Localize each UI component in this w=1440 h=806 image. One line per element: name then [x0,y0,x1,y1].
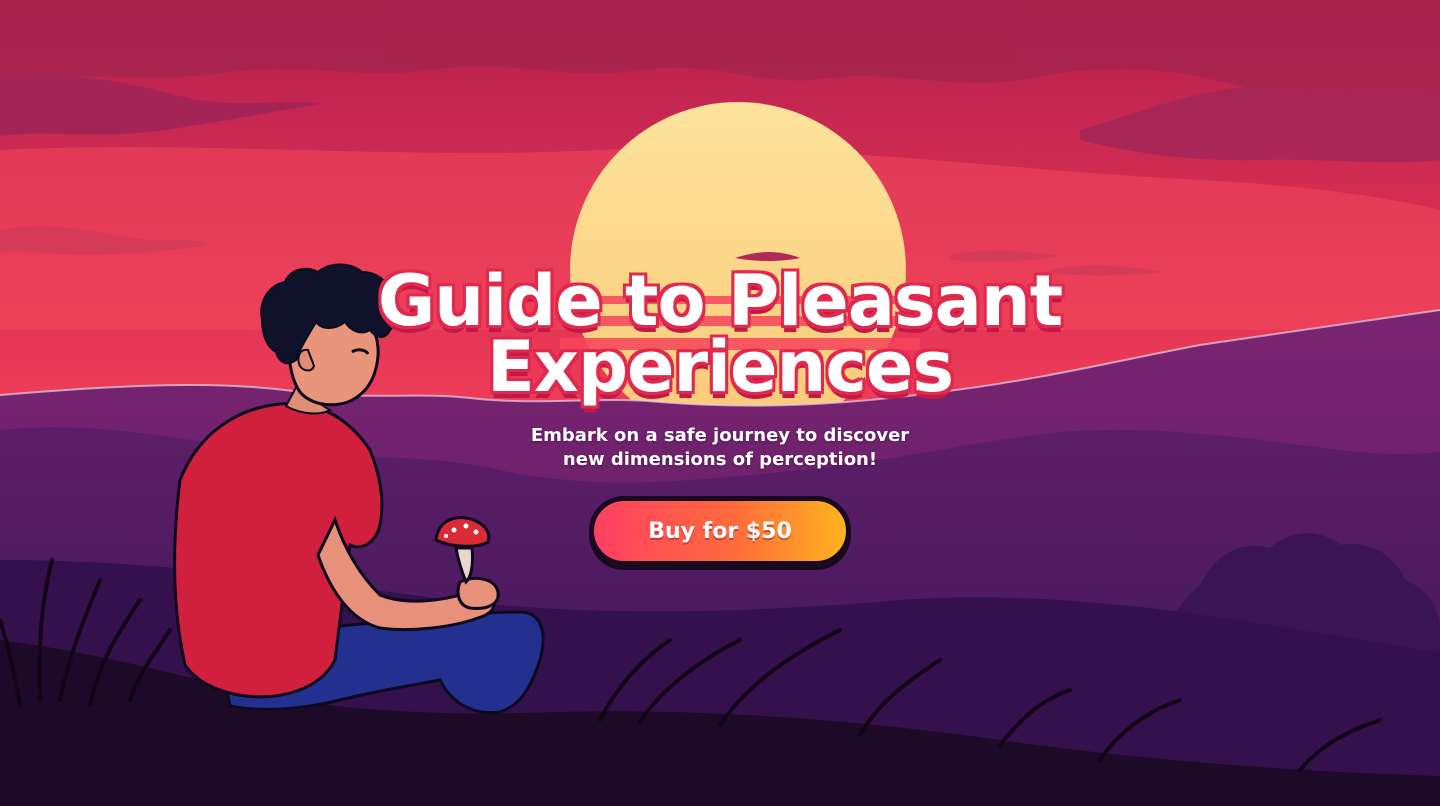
buy-button-label: Buy for $50 [648,518,792,544]
hero-content: Guide to Pleasant Experiences Embark on … [0,266,1440,566]
hero-section: Guide to Pleasant Experiences Embark on … [0,0,1440,806]
hero-title: Guide to Pleasant Experiences [220,266,1220,402]
hero-title-line-2: Experiences [486,326,954,408]
hero-subtitle-line-1: Embark on a safe journey to discover [530,425,910,446]
hero-subtitle: Embark on a safe journey to discover new… [510,424,930,472]
hero-subtitle-line-2: new dimensions of perception! [562,449,878,470]
buy-button[interactable]: Buy for $50 [589,496,851,566]
